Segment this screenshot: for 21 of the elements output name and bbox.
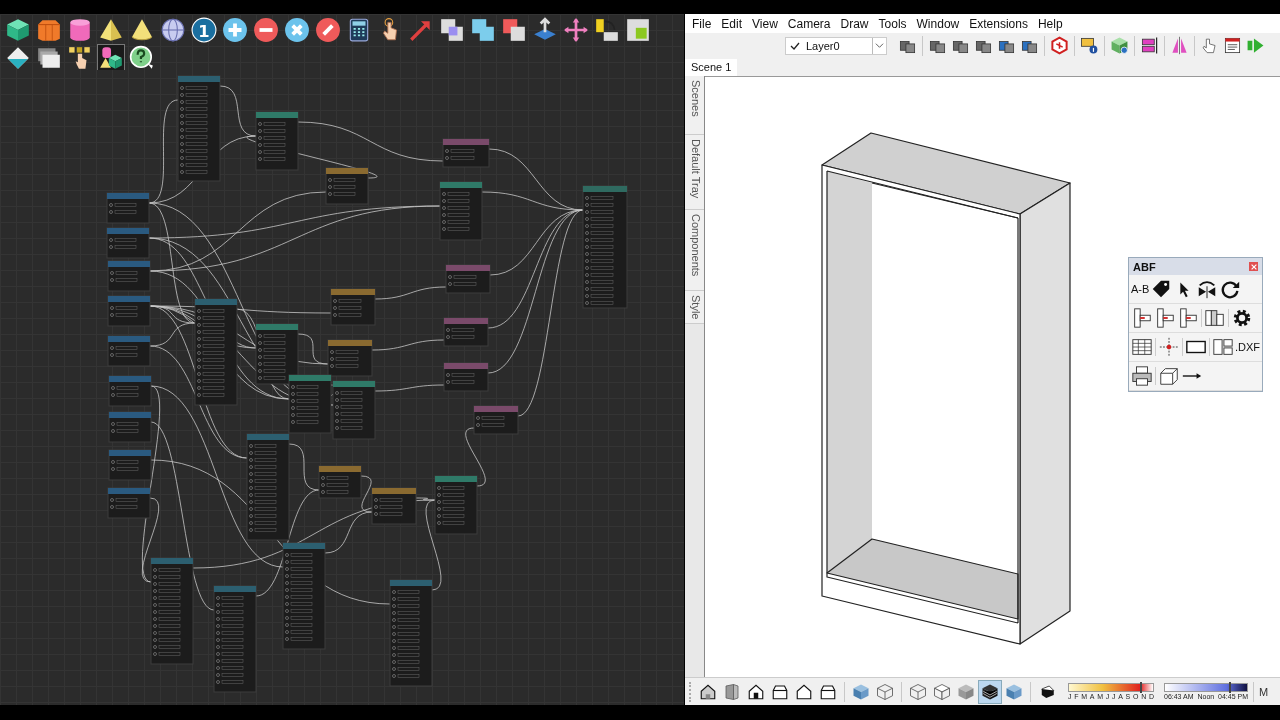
menu-item[interactable]: Help: [1032, 16, 1068, 31]
menu-item[interactable]: Camera: [782, 16, 836, 31]
tray-tab[interactable]: Style: [685, 291, 704, 325]
menu-item[interactable]: Window: [911, 16, 965, 31]
tray-tab[interactable]: Scenes: [685, 76, 704, 135]
tray-tab[interactable]: Components: [685, 210, 704, 291]
menu-item[interactable]: Edit: [716, 16, 748, 31]
menu-item[interactable]: Tools: [873, 16, 912, 31]
model-viewport[interactable]: ABF A-B .DXF: [705, 76, 1280, 677]
menu-item[interactable]: Extensions: [964, 16, 1033, 31]
layer-dropdown[interactable]: Layer0: [785, 36, 887, 55]
menu-item[interactable]: File: [687, 16, 717, 31]
tool-button[interactable]: .DXF: [1234, 341, 1260, 353]
tool-button[interactable]: A-B: [1131, 283, 1150, 295]
menu-item[interactable]: View: [747, 16, 783, 31]
status-text: M: [1259, 685, 1269, 698]
scene-tab[interactable]: Scene 1: [685, 59, 738, 76]
number-icon[interactable]: 1: [191, 17, 217, 43]
menu-item[interactable]: Draw: [835, 16, 874, 31]
tray-tab[interactable]: Default Tray: [685, 135, 704, 210]
panel-title: ABF: [1133, 260, 1156, 273]
